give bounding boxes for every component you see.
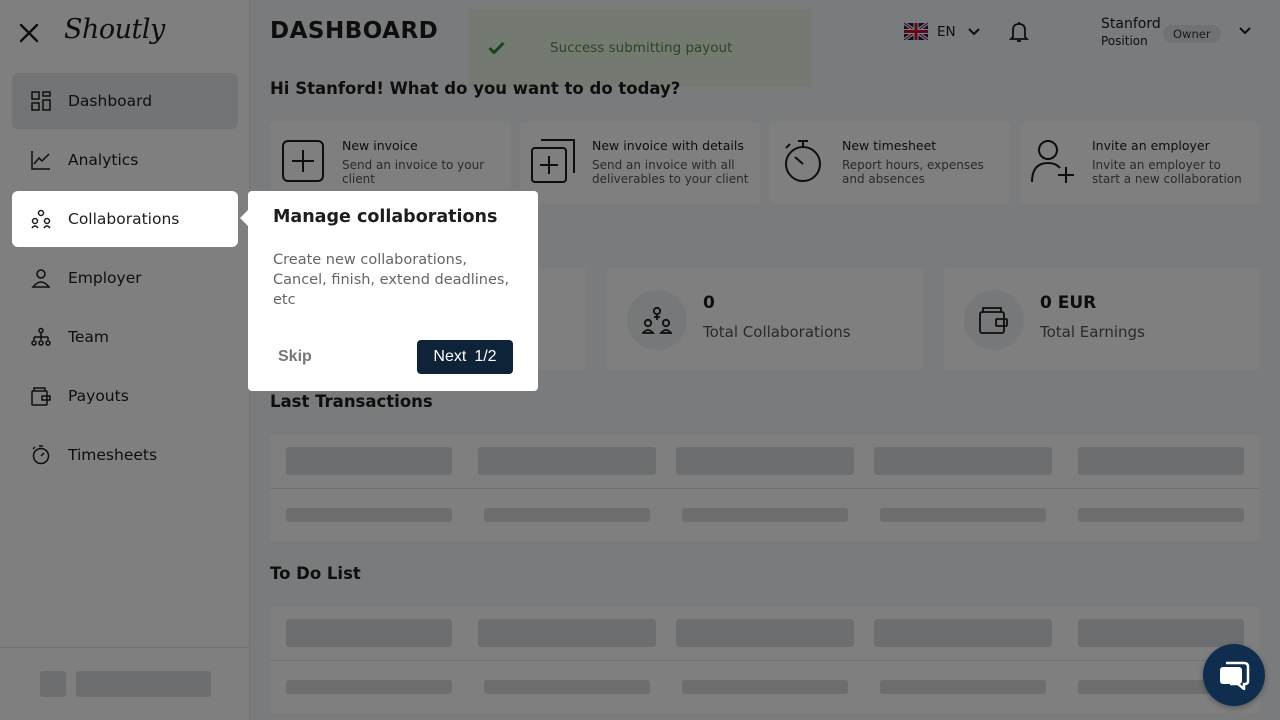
step-counter: 1/2 bbox=[474, 348, 497, 365]
chat-bubble-icon bbox=[1220, 661, 1250, 690]
tour-body: Create new collaborations, Cancel, finis… bbox=[273, 252, 510, 308]
tour-title: Manage collaborations bbox=[273, 207, 498, 227]
tour-highlight-collaborations[interactable]: Collaborations bbox=[12, 191, 238, 247]
people-network-icon bbox=[30, 208, 52, 230]
next-label: Next bbox=[433, 348, 467, 365]
tour-next-button[interactable]: Next 1/2 bbox=[417, 340, 513, 374]
tour-skip-button[interactable]: Skip bbox=[278, 348, 312, 366]
tour-backdrop[interactable] bbox=[0, 0, 1280, 720]
popover-arrow bbox=[240, 210, 248, 226]
tour-popover: Manage collaborations Create new collabo… bbox=[240, 191, 538, 391]
sidebar-item-label: Collaborations bbox=[68, 210, 180, 228]
chat-launcher-button[interactable] bbox=[1203, 644, 1265, 706]
